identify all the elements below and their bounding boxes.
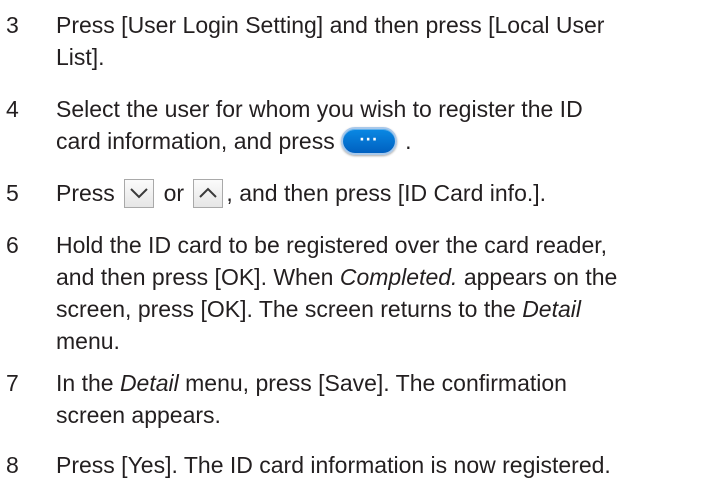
- ellipsis-pill-button-icon: ···: [340, 127, 397, 155]
- step-line: List].: [56, 44, 105, 70]
- step-line-text: Press: [56, 180, 122, 206]
- step-line: Press or , and then press [ID Card info.…: [56, 177, 701, 209]
- step-number: 7: [6, 370, 19, 396]
- step-line-text: In the: [56, 370, 120, 396]
- chevron-up-button-icon: [193, 179, 224, 208]
- step-line-emphasis: Detail: [522, 296, 581, 322]
- step-line-text: menu, press [Save]. The confirmation: [178, 370, 567, 396]
- step-line: Hold the ID card to be registered over t…: [56, 232, 608, 258]
- step-text: Press or , and then press [ID Card info.…: [56, 177, 701, 209]
- step-text: Press [User Login Setting] and then pres…: [56, 9, 701, 73]
- step-line: screen, press [OK]. The screen returns t…: [56, 293, 701, 325]
- step-line-text: screen, press [OK]. The screen returns t…: [56, 296, 523, 322]
- step-line: menu.: [56, 328, 120, 354]
- step-line: Select the user for whom you wish to reg…: [56, 96, 583, 122]
- step-line: and then press [OK]. When Completed. app…: [56, 261, 701, 293]
- step-line-text: .: [398, 128, 412, 154]
- step-line-emphasis: Detail: [119, 370, 179, 396]
- step-line-text: and then press [OK]. When: [56, 264, 340, 290]
- step-line: card information, and press ··· .: [56, 125, 701, 157]
- step-text: Hold the ID card to be registered over t…: [56, 229, 701, 357]
- step-line-emphasis: Completed.: [339, 264, 458, 290]
- step-line-text: or: [157, 180, 191, 206]
- step-number: 4: [6, 96, 19, 122]
- step-line: In the Detail menu, press [Save]. The co…: [56, 367, 701, 399]
- step-number: 3: [6, 12, 19, 38]
- manual-procedure: 3 Press [User Login Setting] and then pr…: [0, 0, 705, 491]
- step-line: Press [User Login Setting] and then pres…: [56, 12, 605, 38]
- step-text: Select the user for whom you wish to reg…: [56, 93, 701, 157]
- step-line-text: , and then press [ID Card info.].: [226, 180, 547, 206]
- step-number: 8: [6, 452, 19, 478]
- step-line-text: card information, and press: [56, 128, 335, 154]
- step-text: In the Detail menu, press [Save]. The co…: [56, 367, 701, 431]
- step-number: 6: [6, 232, 19, 258]
- step-line: screen appears.: [56, 402, 221, 428]
- step-text: Press [Yes]. The ID card information is …: [56, 449, 701, 481]
- step-line-text: appears on the: [457, 264, 618, 290]
- step-line: Press [Yes]. The ID card information is …: [56, 452, 611, 478]
- step-number: 5: [6, 180, 19, 206]
- chevron-down-button-icon: [124, 179, 155, 208]
